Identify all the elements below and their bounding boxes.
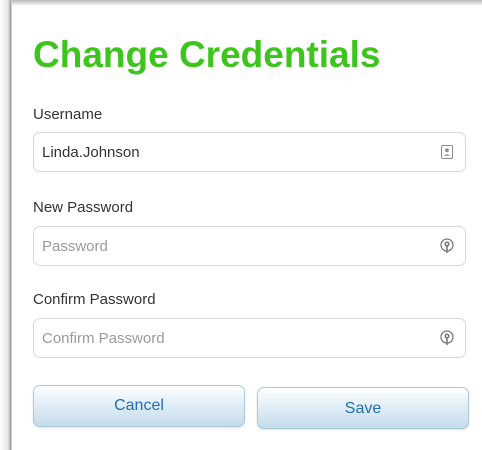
change-credentials-dialog: Change Credentials Username New Password… bbox=[12, 6, 482, 450]
username-label: Username bbox=[33, 106, 103, 123]
dialog-title: Change Credentials bbox=[33, 34, 381, 75]
save-button[interactable]: Save bbox=[257, 387, 469, 429]
confirm-password-label: Confirm Password bbox=[33, 291, 156, 308]
password-key-icon bbox=[440, 330, 454, 345]
username-field-box bbox=[33, 132, 466, 172]
new-password-label: New Password bbox=[33, 199, 134, 216]
new-password-field-box bbox=[33, 226, 466, 266]
new-password-input[interactable] bbox=[42, 227, 432, 265]
cancel-button[interactable]: Cancel bbox=[33, 385, 245, 427]
username-input[interactable] bbox=[42, 133, 432, 171]
confirm-password-field-box bbox=[33, 318, 466, 358]
contact-card-icon bbox=[441, 145, 453, 159]
confirm-password-input[interactable] bbox=[42, 319, 432, 357]
window-left-edge bbox=[0, 0, 12, 450]
password-key-icon bbox=[440, 238, 454, 253]
